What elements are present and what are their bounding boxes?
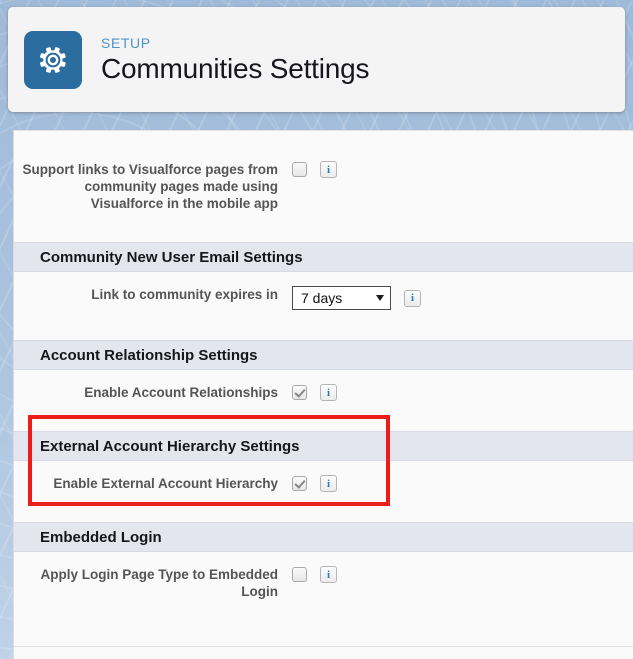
field-control-external-account-hierarchy: i bbox=[292, 475, 337, 492]
field-control-account-relationships: i bbox=[292, 384, 337, 401]
info-icon-external-account-hierarchy[interactable]: i bbox=[320, 475, 337, 492]
info-icon-link-expires[interactable]: i bbox=[404, 289, 421, 307]
field-control-embedded-login: i bbox=[292, 566, 337, 583]
spacer-after-embedded-login bbox=[14, 614, 633, 630]
gear-icon bbox=[24, 30, 82, 89]
spacer-after-link-expires bbox=[14, 324, 633, 340]
spacer-before-buttons bbox=[14, 630, 633, 646]
page-title: Communities Settings bbox=[101, 53, 370, 84]
checkbox-visualforce-support[interactable] bbox=[292, 162, 307, 177]
settings-content-panel: Support links to Visualforce pages from … bbox=[13, 130, 633, 659]
section-title: Community New User Email Settings bbox=[40, 248, 303, 266]
info-icon-account-relationships[interactable]: i bbox=[320, 384, 337, 401]
field-label-visualforce-support: Support links to Visualforce pages from … bbox=[22, 162, 278, 211]
section-header-external-account-hierarchy: External Account Hierarchy Settings bbox=[14, 431, 633, 461]
select-link-expires-value: 7 days bbox=[301, 290, 343, 306]
section-title: Account Relationship Settings bbox=[40, 346, 258, 364]
checkbox-external-account-hierarchy[interactable] bbox=[292, 476, 307, 491]
section-title: Embedded Login bbox=[40, 528, 162, 546]
spacer-after-visualforce bbox=[14, 226, 633, 242]
field-row-external-account-hierarchy: Enable External Account Hierarchy i bbox=[14, 461, 633, 506]
field-row-account-relationships: Enable Account Relationships i bbox=[14, 370, 633, 415]
setup-header-card: SETUP Communities Settings bbox=[8, 7, 625, 112]
form-button-bar: Save Cancel bbox=[14, 646, 633, 659]
section-header-community-new-user-email: Community New User Email Settings bbox=[14, 242, 633, 272]
field-row-visualforce-support: Support links to Visualforce pages from … bbox=[14, 147, 633, 226]
spacer-after-external-account-hierarchy bbox=[14, 506, 633, 522]
field-label-embedded-login: Apply Login Page Type to Embedded Login bbox=[40, 567, 278, 599]
field-control-visualforce-support: i bbox=[292, 161, 337, 178]
top-spacer bbox=[14, 131, 633, 147]
section-title: External Account Hierarchy Settings bbox=[40, 437, 300, 455]
info-icon-visualforce-support[interactable]: i bbox=[320, 161, 337, 178]
section-header-account-relationship: Account Relationship Settings bbox=[14, 340, 633, 370]
chevron-down-icon bbox=[376, 295, 384, 301]
checkbox-account-relationships[interactable] bbox=[292, 385, 307, 400]
select-link-expires[interactable]: 7 days bbox=[292, 286, 391, 310]
header-text-block: SETUP Communities Settings bbox=[101, 35, 370, 84]
checkbox-embedded-login[interactable] bbox=[292, 567, 307, 582]
field-row-embedded-login: Apply Login Page Type to Embedded Login … bbox=[14, 552, 633, 614]
field-control-link-expires: 7 days i bbox=[292, 286, 421, 310]
spacer-after-account-relationships bbox=[14, 415, 633, 431]
setup-eyebrow: SETUP bbox=[101, 35, 151, 51]
field-label-link-expires: Link to community expires in bbox=[91, 287, 278, 302]
field-row-link-expires: Link to community expires in 7 days i bbox=[14, 272, 633, 324]
section-header-embedded-login: Embedded Login bbox=[14, 522, 633, 552]
field-label-external-account-hierarchy: Enable External Account Hierarchy bbox=[53, 476, 278, 491]
info-icon-embedded-login[interactable]: i bbox=[320, 566, 337, 583]
field-label-account-relationships: Enable Account Relationships bbox=[84, 385, 278, 400]
